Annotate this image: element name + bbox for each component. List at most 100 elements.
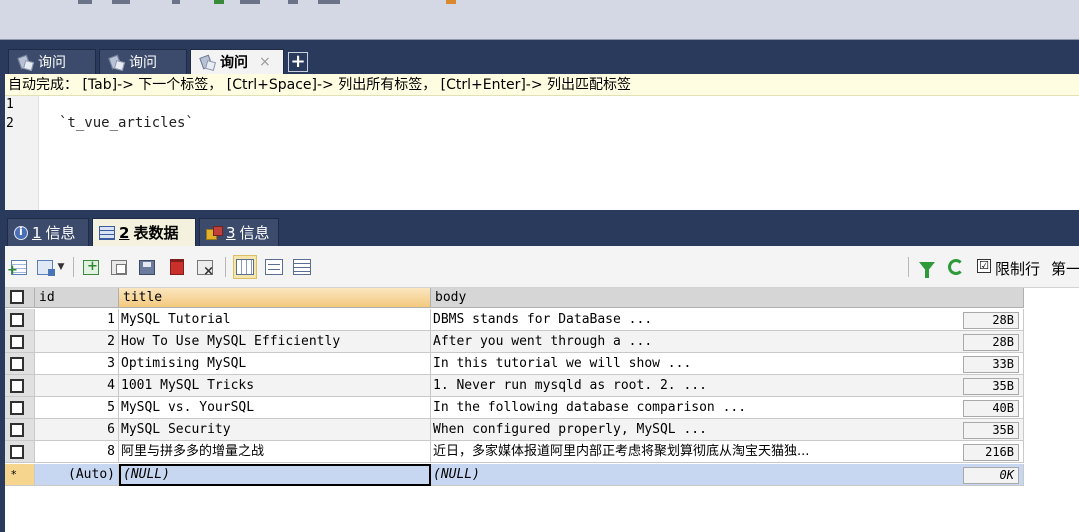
row-checkbox[interactable] <box>10 335 24 349</box>
row-selector[interactable] <box>5 441 35 463</box>
cell-title[interactable]: Optimising MySQL <box>119 353 431 375</box>
cell-id[interactable]: 8 <box>35 441 119 463</box>
cell-id[interactable]: 1 <box>35 309 119 331</box>
row-checkbox[interactable] <box>10 445 24 459</box>
table-row[interactable]: 1 MySQL Tutorial DBMS stands for DataBas… <box>5 309 1025 331</box>
filter-button[interactable] <box>917 257 937 278</box>
toolbar-icon-stub[interactable] <box>318 0 340 4</box>
cell-id[interactable]: 3 <box>35 353 119 375</box>
add-row-button[interactable] <box>7 257 29 278</box>
blob-size-badge[interactable]: 28B <box>963 334 1019 351</box>
tab-query-2[interactable]: 询问 <box>99 49 187 74</box>
limit-rows-checkbox[interactable]: ☑ <box>977 259 991 273</box>
toolbar-icon-stub[interactable] <box>240 0 260 4</box>
grid-view-icon <box>236 259 254 275</box>
blob-size-badge[interactable]: 40B <box>963 400 1019 417</box>
row-selector[interactable] <box>5 353 35 375</box>
cell-id[interactable]: (Auto) <box>35 464 119 486</box>
tab-info-3[interactable]: 3 信息 <box>199 218 279 246</box>
form-view-icon <box>265 259 283 275</box>
table-row[interactable]: 8 阿里与拼多多的增量之战 近日，多家媒体报道阿里内部正考虑将聚划算彻底从淘宝天… <box>5 441 1025 463</box>
cell-body[interactable]: In the following database comparison ...… <box>431 397 1024 419</box>
tab-info-1[interactable]: 1 信息 <box>7 218 89 246</box>
row-selector[interactable] <box>5 375 35 397</box>
toolbar-icon-stub[interactable] <box>446 0 456 4</box>
tab-table-data[interactable]: 2 表数据 <box>92 218 196 246</box>
row-checkbox[interactable] <box>10 379 24 393</box>
tab-query-3[interactable]: 询问 × <box>190 49 284 74</box>
column-header-id[interactable]: id <box>35 288 119 308</box>
column-header-body[interactable]: body <box>431 288 1024 308</box>
table-row[interactable]: 5 MySQL vs. YourSQL In the following dat… <box>5 397 1025 419</box>
cell-id[interactable]: 5 <box>35 397 119 419</box>
close-tab-icon[interactable]: × <box>259 54 271 70</box>
toolbar-icon-stub[interactable] <box>214 0 224 4</box>
blob-size-badge[interactable]: 216B <box>963 444 1019 461</box>
tab-query-1[interactable]: 询问 <box>8 49 96 74</box>
row-selector[interactable] <box>5 397 35 419</box>
cell-body-text: (NULL) <box>433 467 480 482</box>
table-row[interactable]: 3 Optimising MySQL In this tutorial we w… <box>5 353 1025 375</box>
row-checkbox[interactable] <box>10 357 24 371</box>
tab-label: 信息 <box>45 224 76 242</box>
delete-row-button[interactable] <box>167 257 187 277</box>
cell-body[interactable]: (NULL) 0K <box>431 464 1024 486</box>
export-button[interactable] <box>35 257 55 277</box>
new-row[interactable]: * (Auto) (NULL) (NULL) 0K <box>5 464 1025 486</box>
cell-body[interactable]: 1. Never run mysqld as root. 2. ... 35B <box>431 375 1024 397</box>
cell-title[interactable]: MySQL Tutorial <box>119 309 431 331</box>
cell-body[interactable]: 近日，多家媒体报道阿里内部正考虑将聚划算彻底从淘宝天猫独... 216B <box>431 441 1024 463</box>
query-editor[interactable]: 自动完成： [Tab]-> 下一个标签， [Ctrl+Space]-> 列出所有… <box>5 74 1079 210</box>
toolbar-icon-stub[interactable] <box>78 0 92 4</box>
add-tab-button[interactable]: + <box>288 52 308 72</box>
insert-row-button[interactable] <box>81 257 101 277</box>
cancel-changes-button[interactable] <box>195 257 215 279</box>
query-tab-bar: 询问 询问 询问 × + <box>5 46 1079 74</box>
cell-title[interactable]: MySQL Security <box>119 419 431 441</box>
query-icon <box>17 55 33 69</box>
row-checkbox[interactable] <box>10 401 24 415</box>
cell-title[interactable]: (NULL) <box>119 464 431 486</box>
cell-title[interactable]: 1001 MySQL Tricks <box>119 375 431 397</box>
cell-id[interactable]: 6 <box>35 419 119 441</box>
cell-title[interactable]: MySQL vs. YourSQL <box>119 397 431 419</box>
table-row[interactable]: 6 MySQL Security When configured properl… <box>5 419 1025 441</box>
select-all-checkbox[interactable] <box>10 290 24 304</box>
row-selector[interactable] <box>5 331 35 353</box>
row-selector[interactable] <box>5 419 35 441</box>
cell-body[interactable]: DBMS stands for DataBase ... 28B <box>431 309 1024 331</box>
table-row[interactable]: 2 How To Use MySQL Efficiently After you… <box>5 331 1025 353</box>
blob-size-badge[interactable]: 35B <box>963 422 1019 439</box>
cell-title[interactable]: How To Use MySQL Efficiently <box>119 331 431 353</box>
column-header-title[interactable]: title <box>119 288 431 308</box>
cell-title[interactable]: 阿里与拼多多的增量之战 <box>119 441 431 463</box>
toolbar-icon-stub[interactable] <box>112 0 130 4</box>
grid-view-button[interactable] <box>233 255 257 279</box>
row-checkbox[interactable] <box>10 313 24 327</box>
blob-size-badge[interactable]: 35B <box>963 378 1019 395</box>
toolbar-icon-stub[interactable] <box>288 0 298 4</box>
save-button[interactable] <box>137 257 157 277</box>
toolbar-icon-stub[interactable] <box>172 0 180 4</box>
refresh-button[interactable] <box>946 257 966 277</box>
duplicate-row-button[interactable] <box>109 257 129 277</box>
row-selector[interactable] <box>5 309 35 331</box>
blob-size-badge[interactable]: 33B <box>963 356 1019 373</box>
export-dropdown-button[interactable]: ▼ <box>55 257 67 277</box>
cell-body[interactable]: After you went through a ... 28B <box>431 331 1024 353</box>
blob-size-badge[interactable]: 28B <box>963 312 1019 329</box>
cell-body[interactable]: In this tutorial we will show ... 33B <box>431 353 1024 375</box>
cell-id[interactable]: 4 <box>35 375 119 397</box>
row-checkbox[interactable] <box>10 423 24 437</box>
select-all-header[interactable] <box>5 288 35 308</box>
code-line[interactable]: `t_vue_articles` <box>59 115 194 131</box>
blob-size-badge[interactable]: 0K <box>963 467 1019 484</box>
refresh-icon <box>948 259 964 275</box>
new-row-marker: * <box>5 464 35 486</box>
data-grid: id title body 1 MySQL Tutorial DBMS stan… <box>5 288 1079 532</box>
form-view-button[interactable] <box>263 257 285 277</box>
text-view-button[interactable] <box>291 257 313 277</box>
cell-body[interactable]: When configured properly, MySQL ... 35B <box>431 419 1024 441</box>
table-row[interactable]: 4 1001 MySQL Tricks 1. Never run mysqld … <box>5 375 1025 397</box>
cell-id[interactable]: 2 <box>35 331 119 353</box>
